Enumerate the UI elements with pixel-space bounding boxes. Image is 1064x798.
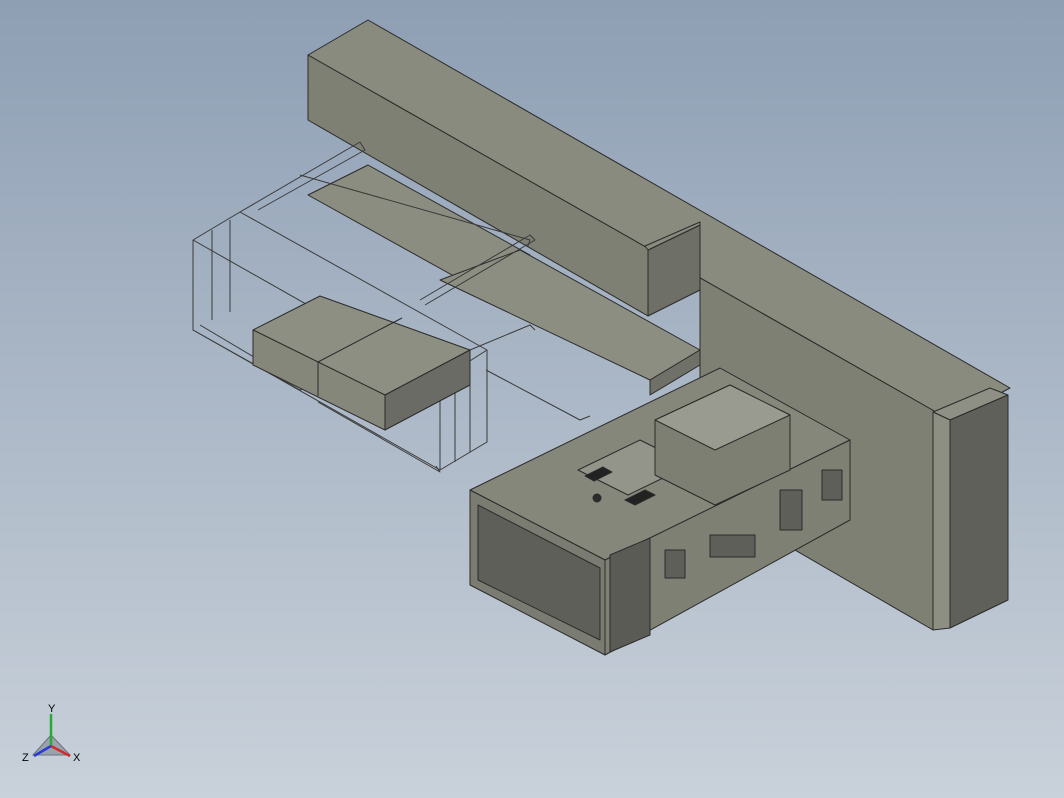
port-hole [592,493,602,503]
rack-boxes[interactable] [252,295,471,431]
wall-end-column [932,411,951,631]
side-panel [609,537,651,653]
wall-end-side [949,394,1009,629]
window-2 [709,534,756,558]
machine-base[interactable] [469,367,851,656]
window-4 [821,469,843,501]
assembly-model[interactable] [0,0,1064,798]
y-axis-label: Y [48,703,56,715]
window-1 [664,549,686,579]
x-axis-label: X [73,752,81,764]
window-3 [779,489,803,531]
axis-triad: Y X Z [22,703,81,764]
z-axis-label: Z [22,752,29,764]
3d-viewport[interactable]: Y X Z [0,0,1064,798]
